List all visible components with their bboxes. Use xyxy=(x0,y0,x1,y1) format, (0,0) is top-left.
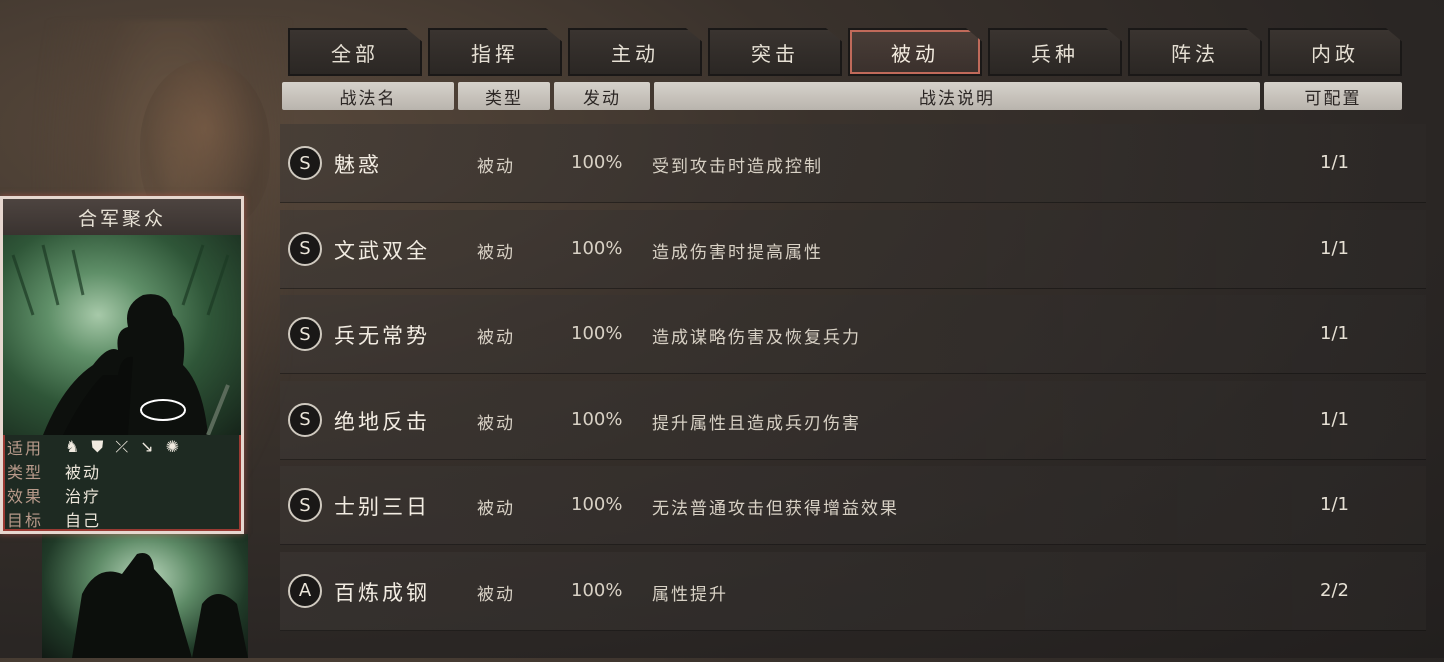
grade-badge: S xyxy=(288,231,322,266)
skill-rate: 100% xyxy=(571,408,623,430)
target-label: 目标 xyxy=(7,511,44,530)
card-title: 合军聚众 xyxy=(3,199,241,237)
tab-passive[interactable]: 被动 xyxy=(848,28,982,76)
card-art xyxy=(3,235,241,436)
skill-desc: 无法普通攻击但获得增益效果 xyxy=(652,499,899,519)
skill-name: 百炼成钢 xyxy=(334,580,430,605)
skill-row[interactable]: S 魅惑 被动 100% 受到攻击时造成控制 1/1 xyxy=(280,124,1426,203)
column-rate-header[interactable]: 发动 xyxy=(554,82,650,110)
skill-name: 绝地反击 xyxy=(334,409,430,434)
tab-bar: 全部 指挥 主动 突击 被动 兵种 阵法 内政 xyxy=(288,28,1402,76)
skill-desc: 受到攻击时造成控制 xyxy=(652,157,823,177)
skill-name: 魅惑 xyxy=(334,153,382,177)
skill-type: 被动 xyxy=(477,499,515,519)
column-type-header[interactable]: 类型 xyxy=(458,82,550,110)
tab-troop[interactable]: 兵种 xyxy=(988,28,1122,76)
skill-list: S 魅惑 被动 100% 受到攻击时造成控制 1/1 S 文武双全 被动 100… xyxy=(280,124,1426,637)
type-value: 被动 xyxy=(65,463,102,482)
effect-value: 治疗 xyxy=(65,487,102,506)
warrior-silhouette-art xyxy=(11,244,230,436)
tab-assault[interactable]: 突击 xyxy=(708,28,842,76)
tab-all[interactable]: 全部 xyxy=(288,28,422,76)
skill-config: 1/1 xyxy=(1320,408,1349,430)
type-label: 类型 xyxy=(7,463,44,482)
skill-config: 1/1 xyxy=(1320,323,1349,344)
grade-badge: S xyxy=(288,402,322,437)
skill-rate: 100% xyxy=(571,579,623,601)
silhouette-art xyxy=(72,553,248,658)
spear-icon: ↘ xyxy=(140,437,154,456)
effect-label: 效果 xyxy=(7,487,44,506)
skill-desc: 造成伤害时提高属性 xyxy=(652,242,823,263)
skill-rate: 100% xyxy=(571,237,623,259)
shield-icon: ⛊ xyxy=(91,437,104,456)
card-info: 适用 ♞ ⛊ ⤫ ↘ ✺ 类型 被动 效果 治疗 目标 自己 xyxy=(7,435,239,531)
skill-rate: 100% xyxy=(571,494,623,515)
skill-row[interactable]: S 文武双全 被动 100% 造成伤害时提高属性 1/1 xyxy=(280,209,1426,289)
column-desc-header[interactable]: 战法说明 xyxy=(654,82,1260,110)
applicable-troop-icons: ♞ ⛊ ⤫ ↘ ✺ xyxy=(65,437,179,457)
skill-desc: 提升属性且造成兵刃伤害 xyxy=(652,413,861,434)
applicable-label: 适用 xyxy=(7,439,44,458)
secondary-skill-card-art xyxy=(42,534,248,658)
skill-row[interactable]: A 百炼成钢 被动 100% 属性提升 2/2 xyxy=(280,551,1426,631)
skill-detail-card[interactable]: 合军聚众 适用 ♞ ⛊ ⤫ ↘ ✺ 类型 被动 效果 治疗 目标 自己 xyxy=(0,196,244,534)
skill-config: 2/2 xyxy=(1320,579,1349,601)
skill-config: 1/1 xyxy=(1320,152,1349,173)
tab-internal[interactable]: 内政 xyxy=(1268,28,1402,76)
grade-badge: A xyxy=(288,573,322,608)
skill-type: 被动 xyxy=(477,584,515,605)
grade-badge: S xyxy=(288,488,322,522)
skill-row[interactable]: S 兵无常势 被动 100% 造成谋略伤害及恢复兵力 1/1 xyxy=(280,295,1426,374)
cavalry-icon: ♞ xyxy=(65,437,80,456)
tab-active[interactable]: 主动 xyxy=(568,28,702,76)
skill-config: 1/1 xyxy=(1320,237,1349,259)
skill-row[interactable]: S 绝地反击 被动 100% 提升属性且造成兵刃伤害 1/1 xyxy=(280,380,1426,460)
skill-type: 被动 xyxy=(477,157,515,177)
skill-desc: 造成谋略伤害及恢复兵力 xyxy=(652,328,861,348)
skill-row[interactable]: S 士别三日 被动 100% 无法普通攻击但获得增益效果 1/1 xyxy=(280,466,1426,545)
skill-rate: 100% xyxy=(571,323,623,344)
target-value: 自己 xyxy=(65,511,102,530)
skill-rate: 100% xyxy=(571,152,623,173)
tab-command[interactable]: 指挥 xyxy=(428,28,562,76)
grade-badge: S xyxy=(288,317,322,351)
wheel-icon: ✺ xyxy=(165,437,179,456)
column-config-header[interactable]: 可配置 xyxy=(1264,82,1402,110)
grade-badge: S xyxy=(288,146,322,180)
column-name-header[interactable]: 战法名 xyxy=(282,82,454,110)
bow-icon: ⤫ xyxy=(115,437,129,456)
skill-type: 被动 xyxy=(477,242,515,263)
skill-name: 文武双全 xyxy=(334,238,430,263)
skill-name: 兵无常势 xyxy=(334,324,430,348)
skill-desc: 属性提升 xyxy=(652,584,728,605)
skill-type: 被动 xyxy=(477,413,515,434)
skill-config: 1/1 xyxy=(1320,494,1349,515)
skill-name: 士别三日 xyxy=(334,495,430,519)
tab-formation[interactable]: 阵法 xyxy=(1128,28,1262,76)
skill-type: 被动 xyxy=(477,328,515,348)
